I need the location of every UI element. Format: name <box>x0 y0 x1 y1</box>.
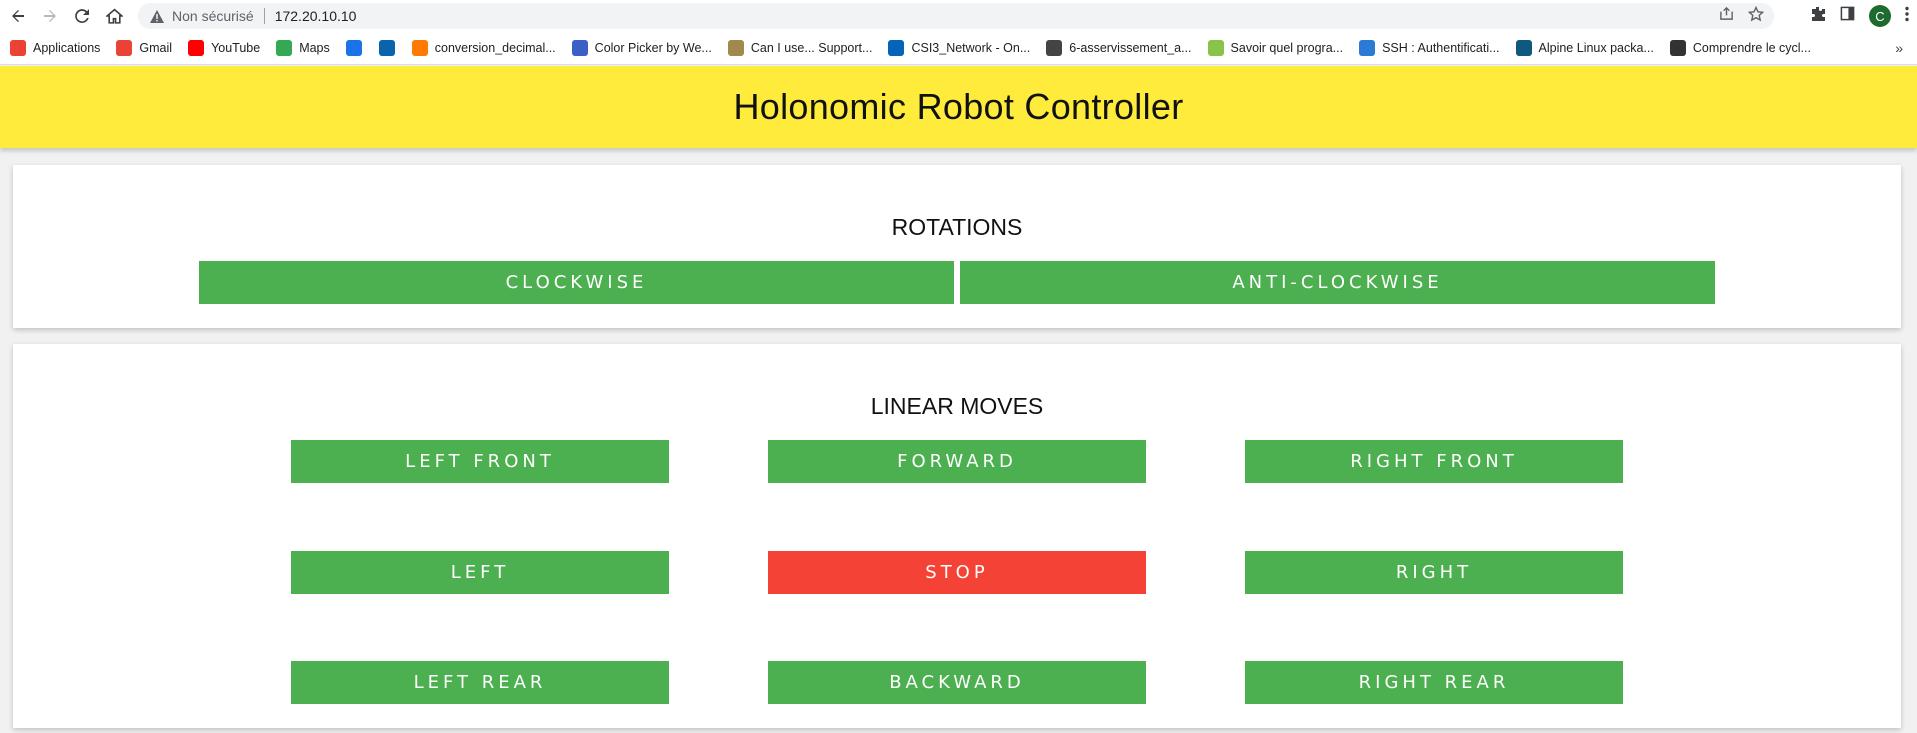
bookmark-item[interactable]: conversion_decimal... <box>411 40 556 56</box>
fr-icon <box>1359 40 1376 56</box>
clockwise-button[interactable]: CLOCKWISE <box>199 261 954 304</box>
bookmark-label: SSH : Authentificati... <box>1382 41 1500 55</box>
bookmark-label: Alpine Linux packa... <box>1538 41 1654 55</box>
bookmark-item[interactable]: Gmail <box>116 40 172 56</box>
bookmark-item[interactable]: 6-asservissement_a... <box>1046 40 1192 56</box>
left-rear-button[interactable]: LEFT REAR <box>291 661 669 704</box>
bookmarks-bar: Applications Gmail YouTube Maps conversion_d… <box>0 32 1917 65</box>
orange-icon <box>411 40 428 56</box>
security-label[interactable]: Non sécurisé <box>172 8 254 24</box>
extensions-icon[interactable] <box>1810 6 1826 27</box>
savoir-icon <box>1207 40 1224 56</box>
bookmark-item[interactable]: Alpine Linux packa... <box>1515 40 1654 56</box>
right-rear-button[interactable]: RIGHT REAR <box>1245 661 1623 704</box>
bookmark-label: Comprendre le cycl... <box>1692 41 1811 55</box>
bookmark-item[interactable]: Applications <box>10 40 100 56</box>
bookmark-item[interactable]: CSI3_Network - On... <box>888 40 1030 56</box>
alpine-icon <box>1515 40 1532 56</box>
bookmark-label: conversion_decimal... <box>434 41 556 55</box>
bookmark-label: Applications <box>33 41 101 55</box>
bookmark-item[interactable]: Can I use... Support... <box>727 40 873 56</box>
youtube-icon <box>188 40 205 56</box>
left-front-button[interactable]: LEFT FRONT <box>291 440 669 483</box>
hammer-icon <box>1669 40 1686 56</box>
bookmark-label: Savoir quel progra... <box>1230 41 1344 55</box>
bookmark-item[interactable]: Maps <box>276 40 330 56</box>
backward-button[interactable]: BACKWARD <box>768 661 1146 704</box>
bookmarks-overflow-icon[interactable]: » <box>1895 40 1903 56</box>
bookmark-item[interactable]: SSH : Authentificati... <box>1359 40 1500 56</box>
bookmark-item[interactable]: Comprendre le cycl... <box>1669 40 1811 56</box>
left-button[interactable]: LEFT <box>291 551 669 594</box>
reload-icon[interactable] <box>68 2 96 30</box>
fx-icon <box>571 40 588 56</box>
apps-grid-icon <box>10 40 26 56</box>
forward-button[interactable]: FORWARD <box>768 440 1146 483</box>
bookmark-label: Can I use... Support... <box>750 41 873 55</box>
outlook-icon <box>378 40 395 56</box>
share-icon[interactable] <box>1719 6 1734 26</box>
stop-button[interactable]: STOP <box>768 551 1146 594</box>
right-front-button[interactable]: RIGHT FRONT <box>1245 440 1623 483</box>
bookmark-item[interactable] <box>378 40 402 56</box>
bookmark-label: Maps <box>299 41 330 55</box>
app-header: Holonomic Robot Controller <box>0 66 1917 148</box>
browser-toolbar: Non sécurisé 172.20.10.10 C <box>0 0 1917 32</box>
bookmark-item[interactable]: YouTube <box>188 40 260 56</box>
rotations-title: ROTATIONS <box>891 214 1023 240</box>
side-panel-icon[interactable] <box>1840 6 1855 26</box>
bookmark-label: YouTube <box>211 41 261 55</box>
bookmark-label: Gmail <box>139 41 173 55</box>
menu-kebab-icon[interactable] <box>1905 6 1909 27</box>
back-icon[interactable] <box>4 2 32 30</box>
bookmark-label: Color Picker by We... <box>594 41 712 55</box>
right-button[interactable]: RIGHT <box>1245 551 1623 594</box>
gmail-icon <box>116 40 133 56</box>
anti-clockwise-button[interactable]: ANTI-CLOCKWISE <box>960 261 1715 304</box>
url-text[interactable]: 172.20.10.10 <box>275 8 357 24</box>
bookmark-item[interactable]: Color Picker by We... <box>571 40 712 56</box>
rotations-card: ROTATIONS CLOCKWISE ANTI-CLOCKWISE <box>13 165 1901 328</box>
globe-icon <box>1046 40 1063 56</box>
onedrive-cloud-icon <box>888 40 905 56</box>
profile-avatar[interactable]: C <box>1869 5 1891 27</box>
page-title: Holonomic Robot Controller <box>733 86 1184 127</box>
caniuse-icon <box>727 40 744 56</box>
linear-moves-title: LINEAR MOVES <box>870 393 1044 419</box>
bookmark-label: 6-asservissement_a... <box>1069 41 1192 55</box>
warning-icon[interactable] <box>148 7 166 25</box>
home-icon[interactable] <box>100 2 128 30</box>
maps-pin-icon <box>276 40 293 56</box>
linear-moves-card: LINEAR MOVES LEFT FRONT FORWARD RIGHT FR… <box>13 344 1901 728</box>
kit-icon <box>345 40 362 56</box>
bookmark-star-icon[interactable] <box>1747 5 1765 27</box>
address-bar[interactable]: Non sécurisé 172.20.10.10 <box>138 3 1774 29</box>
bookmark-item[interactable]: Savoir quel progra... <box>1207 40 1344 56</box>
forward-icon[interactable] <box>36 2 64 30</box>
bookmark-label: CSI3_Network - On... <box>911 41 1031 55</box>
bookmark-item[interactable] <box>345 40 369 56</box>
address-divider <box>263 8 265 24</box>
